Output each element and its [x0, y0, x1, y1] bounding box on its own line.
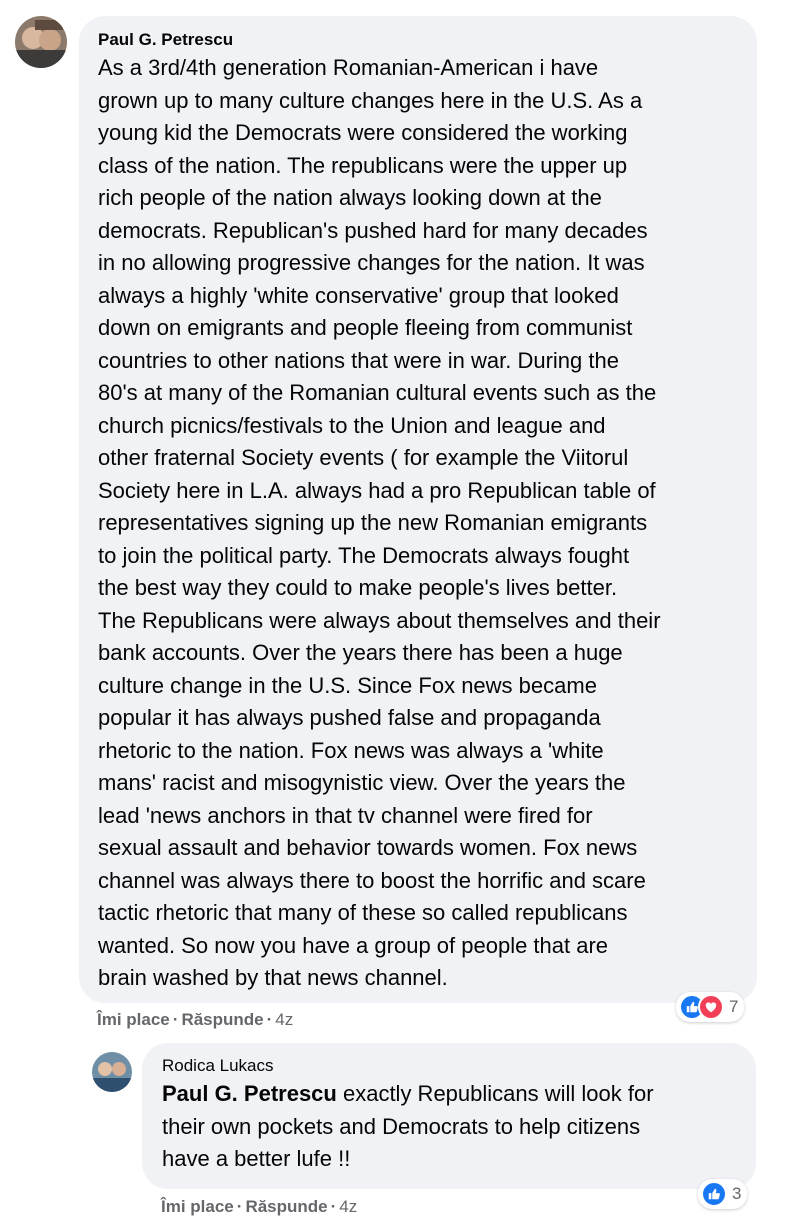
comment-like-link[interactable]: Îmi place: [97, 1010, 170, 1029]
comment-reaction-count: 7: [729, 997, 739, 1016]
avatar-paul[interactable]: [15, 16, 67, 68]
comment-bubble: Paul G. Petrescu As a 3rd/4th generation…: [79, 16, 757, 1003]
like-icon: [701, 1181, 727, 1207]
reply-reply-link[interactable]: Răspunde: [245, 1197, 327, 1216]
reply-time[interactable]: 4z: [339, 1197, 357, 1216]
comment-reply-link[interactable]: Răspunde: [181, 1010, 263, 1029]
avatar-rodica[interactable]: [92, 1052, 132, 1092]
comment-time[interactable]: 4z: [275, 1010, 293, 1029]
avatar-paul-image: [15, 16, 67, 68]
reply-mention[interactable]: Paul G. Petrescu: [162, 1081, 337, 1106]
reply-like-link[interactable]: Îmi place: [161, 1197, 234, 1216]
love-icon: [698, 994, 724, 1020]
comment-text: As a 3rd/4th generation Romanian-America…: [98, 55, 661, 990]
reply-actions: Îmi place · Răspunde · 4z: [161, 1197, 358, 1216]
reply-text: Paul G. Petrescu exactly Republicans wil…: [162, 1078, 738, 1176]
reply-reaction-count: 3: [732, 1184, 742, 1203]
comment-author[interactable]: Paul G. Petrescu: [98, 30, 739, 50]
reply-author[interactable]: Rodica Lukacs: [162, 1056, 738, 1076]
avatar-rodica-image: [92, 1052, 132, 1092]
comment-reactions[interactable]: 7: [676, 992, 745, 1022]
reply-bubble: Rodica Lukacs Paul G. Petrescu exactly R…: [142, 1043, 756, 1189]
comment-actions: Îmi place · Răspunde · 4z: [97, 1010, 294, 1029]
reply-reactions[interactable]: 3: [698, 1179, 748, 1209]
